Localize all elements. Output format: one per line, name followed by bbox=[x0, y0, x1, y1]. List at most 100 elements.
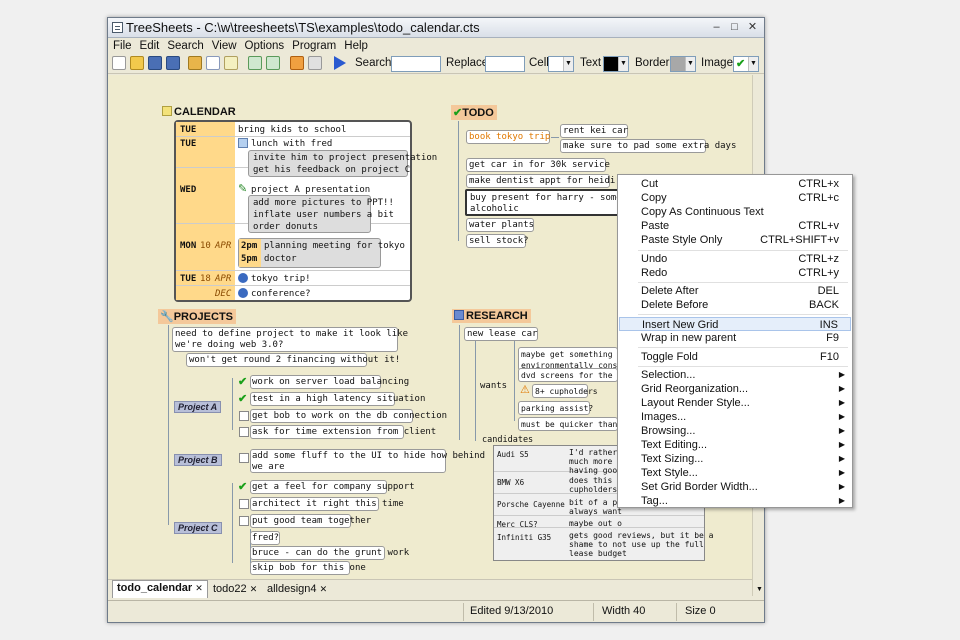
task-item[interactable]: ask for time extension from client bbox=[250, 425, 436, 439]
task-subitem[interactable]: bruce - can do the grunt work bbox=[250, 546, 409, 560]
task-subitem[interactable]: fred? bbox=[250, 531, 280, 545]
candidate-note[interactable]: I'd rather bbox=[569, 448, 617, 457]
calendar-entry[interactable]: conference? bbox=[251, 289, 311, 300]
candidate-car[interactable]: Merc CLS? bbox=[497, 519, 538, 530]
appointment-time[interactable]: 2pm bbox=[241, 241, 257, 252]
menu-help[interactable]: Help bbox=[339, 38, 371, 54]
menu-item-delete-after[interactable]: Delete After DEL bbox=[619, 284, 851, 298]
subnote[interactable]: inflate user numbers a bit bbox=[253, 210, 394, 221]
image-select[interactable]: ✔ ▼ bbox=[733, 56, 759, 72]
replace-input[interactable] bbox=[485, 56, 525, 72]
calendar-day[interactable]: WED bbox=[180, 185, 196, 196]
calendar-day[interactable]: TUE bbox=[180, 139, 196, 150]
checkbox[interactable] bbox=[239, 516, 249, 526]
calendar-daynum[interactable]: 10 bbox=[200, 241, 211, 252]
want-item[interactable]: dvd screens for the ki bbox=[518, 368, 627, 382]
text-color-select[interactable]: ▼ bbox=[603, 56, 629, 72]
task-item[interactable]: get bob to work on the db connection bbox=[250, 409, 447, 423]
task-item[interactable]: architect it right this time bbox=[250, 497, 404, 511]
menu-view[interactable]: View bbox=[207, 38, 240, 54]
project-note[interactable]: won't get round 2 financing without it! bbox=[186, 353, 400, 367]
project-b-label[interactable]: Project B bbox=[174, 454, 222, 466]
task-item[interactable]: get a feel for company support bbox=[250, 480, 415, 494]
task-item[interactable]: test in a high latency situation bbox=[250, 392, 425, 406]
menu-item-text-editing[interactable]: Text Editing... ▶ bbox=[619, 438, 851, 452]
calendar-month[interactable]: APR bbox=[215, 274, 231, 285]
calendar-daynum[interactable]: 18 bbox=[200, 274, 211, 285]
close-tab-icon[interactable]: ✕ bbox=[195, 583, 203, 593]
todo-title[interactable]: ✔TODO bbox=[451, 105, 497, 120]
appointment-text[interactable]: planning meeting for tokyo bbox=[264, 241, 405, 252]
calendar-month[interactable]: APR bbox=[215, 241, 231, 252]
calendar-entry[interactable]: tokyo trip! bbox=[251, 274, 311, 285]
open-folder-icon[interactable] bbox=[130, 56, 144, 70]
appointment-time[interactable]: 5pm bbox=[241, 254, 257, 265]
research-item[interactable]: new lease car bbox=[464, 327, 538, 341]
border-color-select[interactable]: ▼ bbox=[670, 56, 696, 72]
project-a-label[interactable]: Project A bbox=[174, 401, 222, 413]
paste-icon[interactable] bbox=[224, 56, 238, 70]
checkbox[interactable] bbox=[239, 453, 249, 463]
menu-item-border-width[interactable]: Set Grid Border Width... ▶ bbox=[619, 480, 851, 494]
menu-item-delete-before[interactable]: Delete Before BACK bbox=[619, 298, 851, 312]
menu-search[interactable]: Search bbox=[162, 38, 206, 54]
menu-item-grid-reorg[interactable]: Grid Reorganization... ▶ bbox=[619, 382, 851, 396]
candidate-note[interactable]: having good bbox=[569, 466, 622, 475]
close-tab-icon[interactable]: ✕ bbox=[320, 584, 328, 594]
menu-item-text-style[interactable]: Text Style... ▶ bbox=[619, 466, 851, 480]
run-icon[interactable] bbox=[334, 56, 346, 70]
want-item[interactable]: 8+ cupholders bbox=[532, 384, 598, 398]
task-item[interactable]: work on server load balancing bbox=[250, 375, 409, 389]
menu-item-images[interactable]: Images... ▶ bbox=[619, 410, 851, 424]
calendar-entry[interactable]: lunch with fred bbox=[251, 139, 332, 150]
close-tab-icon[interactable]: ✕ bbox=[250, 584, 258, 594]
menu-item-selection[interactable]: Selection... ▶ bbox=[619, 368, 851, 382]
appointment-text[interactable]: doctor bbox=[264, 254, 297, 265]
search-input[interactable] bbox=[391, 56, 441, 72]
menu-program[interactable]: Program bbox=[287, 38, 339, 54]
undo-icon[interactable] bbox=[188, 56, 202, 70]
menu-item-layout[interactable]: Layout Render Style... ▶ bbox=[619, 396, 851, 410]
menu-item-wrap-parent[interactable]: Wrap in new parent F9 bbox=[619, 331, 851, 345]
menu-item-tag[interactable]: Tag... ▶ bbox=[619, 494, 851, 508]
want-item[interactable]: must be quicker than t bbox=[518, 417, 627, 431]
zoom-in-icon[interactable] bbox=[248, 56, 262, 70]
tab-todo-calendar[interactable]: todo_calendar ✕ bbox=[112, 580, 208, 598]
todo-item[interactable]: book tokyo trip bbox=[466, 130, 550, 144]
menu-item-copy-continuous[interactable]: Copy As Continuous Text bbox=[619, 205, 851, 219]
title-bar[interactable]: TreeSheets - C:\w\treesheets\TS\examples… bbox=[108, 18, 764, 38]
tab-alldesign4[interactable]: alldesign4 ✕ bbox=[263, 582, 331, 598]
menu-options[interactable]: Options bbox=[240, 38, 288, 54]
task-item[interactable]: put good team together bbox=[250, 514, 371, 528]
checkbox[interactable] bbox=[239, 427, 249, 437]
candidate-car[interactable]: Infiniti G35 bbox=[497, 532, 551, 543]
candidate-note[interactable]: cupholders? bbox=[569, 485, 622, 494]
save-icon[interactable] bbox=[148, 56, 162, 70]
subnote[interactable]: add more pictures to PPT!! bbox=[253, 198, 394, 209]
menu-item-redo[interactable]: Redo CTRL+y bbox=[619, 266, 851, 280]
project-c-label[interactable]: Project C bbox=[174, 522, 222, 534]
menu-item-toggle-fold[interactable]: Toggle Fold F10 bbox=[619, 350, 851, 364]
task-subitem[interactable]: skip bob for this one bbox=[250, 561, 366, 575]
menu-file[interactable]: File bbox=[108, 38, 135, 54]
calendar-month[interactable]: DEC bbox=[215, 289, 231, 300]
minimize-button[interactable]: – bbox=[708, 20, 725, 35]
todo-item[interactable]: make dentist appt for heidi bbox=[466, 174, 615, 188]
menu-item-insert-grid[interactable]: Insert New Grid INS bbox=[619, 317, 851, 331]
menu-edit[interactable]: Edit bbox=[135, 38, 163, 54]
menu-item-copy[interactable]: Copy CTRL+c bbox=[619, 191, 851, 205]
candidate-note[interactable]: lease budget bbox=[569, 549, 627, 558]
wants-label[interactable]: wants bbox=[480, 381, 507, 392]
image-icon[interactable] bbox=[290, 56, 304, 70]
menu-item-undo[interactable]: Undo CTRL+z bbox=[619, 252, 851, 266]
tab-todo22[interactable]: todo22 ✕ bbox=[209, 582, 261, 598]
save-as-icon[interactable] bbox=[166, 56, 180, 70]
todo-item[interactable]: make sure to pad some extra days bbox=[560, 139, 736, 153]
checkbox[interactable] bbox=[239, 411, 249, 421]
todo-item[interactable]: rent kei car bbox=[560, 124, 628, 138]
zoom-out-icon[interactable] bbox=[266, 56, 280, 70]
candidate-car[interactable]: BMW X6 bbox=[497, 477, 524, 488]
todo-item[interactable]: sell stock? bbox=[466, 234, 529, 248]
calendar-entry[interactable]: bring kids to school bbox=[238, 125, 346, 136]
candidate-note[interactable]: always want bbox=[569, 507, 622, 516]
